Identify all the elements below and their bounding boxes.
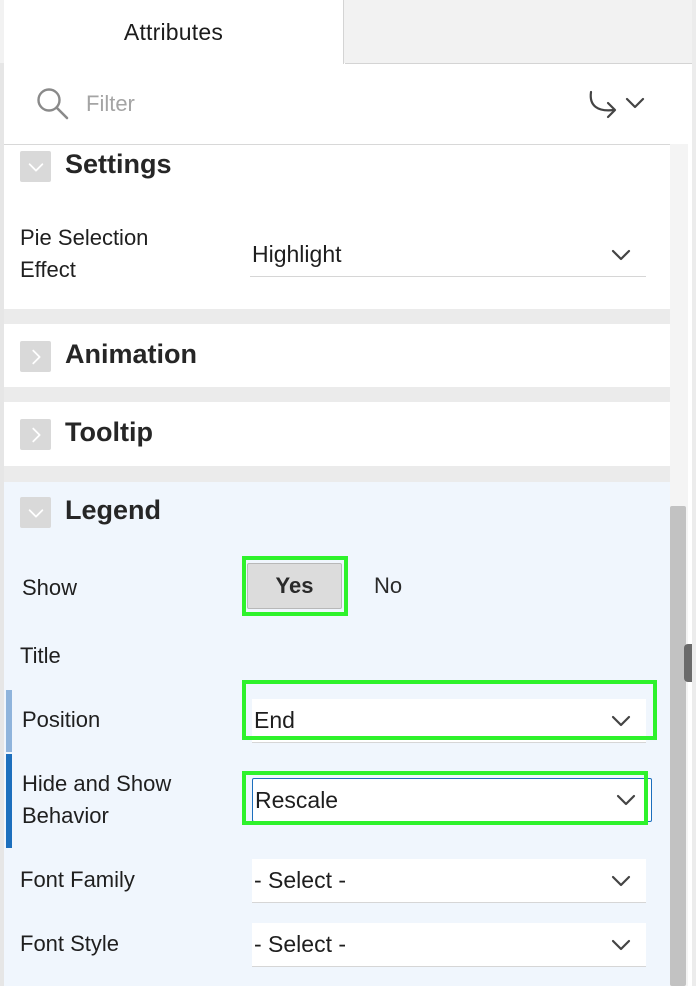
modified-marker: [6, 690, 12, 752]
legend-toggle[interactable]: [20, 497, 51, 528]
show-no-button[interactable]: No: [352, 563, 424, 609]
tooltip-title: Tooltip: [65, 417, 153, 447]
hide-show-behavior-label: Hide and Show Behavior: [22, 771, 172, 828]
font-style-select[interactable]: - Select -: [252, 923, 646, 967]
font-family-label: Font Family: [20, 867, 135, 892]
chevron-down-icon: [611, 939, 631, 950]
section-divider: [4, 309, 670, 324]
chevron-down-icon: [28, 508, 43, 518]
chevron-down-icon: [28, 162, 43, 172]
highlight-box: [242, 556, 348, 616]
filter-input[interactable]: [84, 86, 508, 122]
pie-selection-effect-label: Pie Selection Effect: [20, 225, 149, 282]
chevron-down-icon: [611, 249, 631, 260]
legend-title: Legend: [65, 495, 162, 525]
highlight-box: [242, 680, 657, 740]
font-family-select[interactable]: - Select -: [252, 859, 646, 903]
highlight-box: [242, 771, 648, 825]
tooltip-toggle[interactable]: [20, 419, 51, 450]
pie-selection-effect-select[interactable]: Highlight: [250, 233, 646, 277]
animation-toggle[interactable]: [20, 341, 51, 372]
position-label: Position: [22, 707, 101, 732]
chevron-down-icon[interactable]: [624, 92, 646, 114]
go-to-icon[interactable]: [586, 88, 622, 120]
font-family-value: - Select -: [254, 867, 347, 893]
font-style-value: - Select -: [254, 931, 347, 957]
chevron-right-icon: [31, 427, 41, 442]
search-icon: [37, 88, 69, 120]
section-divider: [4, 387, 670, 402]
show-label: Show: [22, 575, 78, 600]
animation-title: Animation: [65, 339, 197, 369]
settings-toggle[interactable]: [20, 151, 51, 182]
section-divider: [4, 466, 670, 482]
pie-selection-effect-value: Highlight: [252, 241, 342, 267]
settings-title: Settings: [65, 149, 172, 179]
panel-resize-handle[interactable]: [684, 644, 692, 682]
focus-marker: [6, 754, 12, 848]
chevron-down-icon: [611, 875, 631, 886]
tab-attributes[interactable]: Attributes: [4, 0, 344, 64]
chevron-right-icon: [31, 349, 41, 364]
title-label: Title: [20, 643, 61, 668]
font-style-label: Font Style: [20, 931, 120, 956]
right-edge: [692, 0, 696, 986]
scrollbar-thumb[interactable]: [670, 506, 686, 986]
